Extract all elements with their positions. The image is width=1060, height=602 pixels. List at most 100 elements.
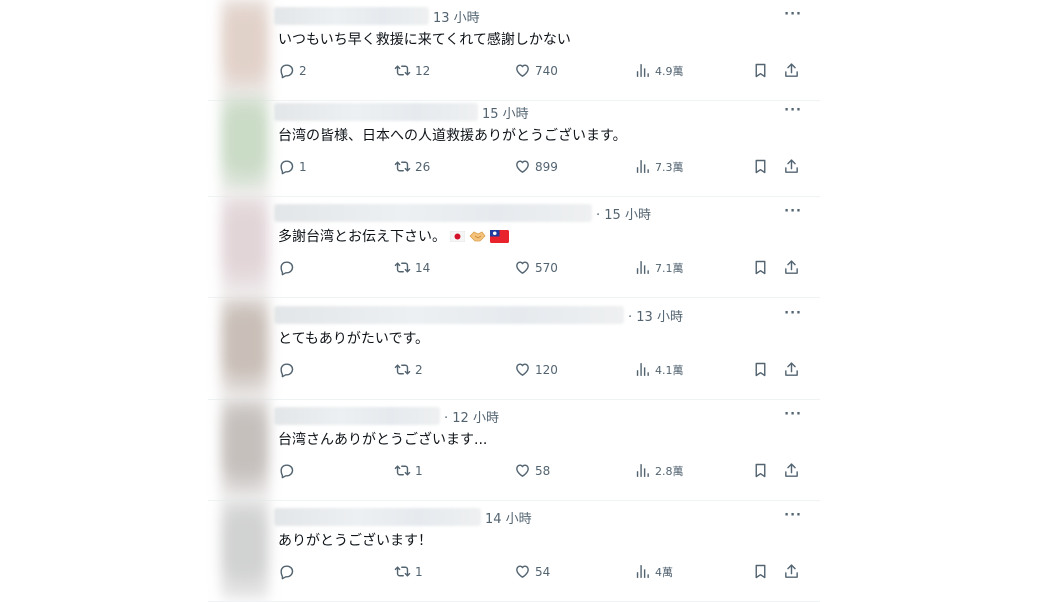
avatar[interactable] [221,499,269,600]
more-icon[interactable]: ··· [784,407,802,422]
tweet-header: · 12 小時 [274,405,814,427]
views-icon [634,158,651,175]
retweet-button[interactable]: 14 [394,259,430,276]
retweet-count: 26 [415,159,431,174]
tweet-header: · 13 小時 [274,304,814,326]
retweet-icon [394,462,411,479]
tweet-actions: 1 58 2.8萬 [278,462,808,482]
tweet-item[interactable]: 13 小時 ··· いつもいち早く救援に来てくれて感謝しかない 2 12 740… [208,0,820,101]
reply-button[interactable] [278,361,299,378]
bookmark-button[interactable] [752,62,769,79]
tweet-item[interactable]: · 12 小時 ··· 台湾さんありがとうございます... 1 58 2.8萬 [208,398,820,501]
reply-count: 1 [299,159,307,174]
heart-icon [514,62,531,79]
blurred-username[interactable] [274,103,478,121]
bookmark-button[interactable] [752,462,769,479]
like-button[interactable]: 54 [514,563,550,580]
like-button[interactable]: 899 [514,158,558,175]
share-button[interactable] [783,259,800,276]
views-button[interactable]: 4.1萬 [634,361,684,378]
share-icon [783,259,800,276]
tweet-text: 多謝台湾とお伝え下さい。 [278,226,509,246]
more-icon[interactable]: ··· [784,306,802,321]
tweet-item[interactable]: · 13 小時 ··· とてもありがたいです。 2 120 4.1萬 [208,297,820,400]
like-button[interactable]: 740 [514,62,558,79]
timestamp[interactable]: 14 小時 [485,508,532,527]
views-button[interactable]: 2.8萬 [634,462,684,479]
heart-icon [514,361,531,378]
retweet-icon [394,62,411,79]
divider [208,297,820,298]
tweet-header: 14 小時 [274,506,814,528]
share-icon [783,563,800,580]
retweet-button[interactable]: 1 [394,462,423,479]
views-button[interactable]: 4萬 [634,563,673,580]
like-count: 740 [535,63,558,78]
tweet-item[interactable]: · 15 小時 ··· 多謝台湾とお伝え下さい。 14 570 7.1萬 [208,195,820,298]
blurred-username[interactable] [274,407,440,425]
more-icon[interactable]: ··· [784,103,802,118]
tweet-text-content: いつもいち早く救援に来てくれて感謝しかない [278,32,571,48]
views-button[interactable]: 7.1萬 [634,259,684,276]
reply-icon [278,462,295,479]
views-count: 4萬 [655,565,673,579]
retweet-button[interactable]: 26 [394,158,430,175]
more-icon[interactable]: ··· [784,7,802,22]
views-icon [634,462,651,479]
bookmark-button[interactable] [752,259,769,276]
avatar[interactable] [221,94,269,195]
retweet-count: 12 [415,63,431,78]
timestamp[interactable]: · 12 小時 [444,407,499,426]
avatar[interactable] [221,398,269,499]
reply-icon [278,259,295,276]
avatar[interactable] [221,297,269,398]
retweet-count: 1 [415,463,423,478]
blurred-username[interactable] [274,204,592,222]
reply-button[interactable] [278,563,299,580]
like-button[interactable]: 120 [514,361,558,378]
heart-icon [514,158,531,175]
timestamp[interactable]: · 15 小時 [596,204,651,223]
reply-button[interactable]: 1 [278,158,307,175]
timestamp[interactable]: · 13 小時 [628,306,683,325]
tweet-text-content: 多謝台湾とお伝え下さい。 [278,229,446,245]
reply-button[interactable] [278,259,299,276]
reply-feed: 13 小時 ··· いつもいち早く救援に来てくれて感謝しかない 2 12 740… [208,0,820,602]
bookmark-button[interactable] [752,158,769,175]
reply-button[interactable] [278,462,299,479]
timestamp[interactable]: 15 小時 [482,103,529,122]
retweet-button[interactable]: 12 [394,62,430,79]
retweet-button[interactable]: 1 [394,563,423,580]
more-icon[interactable]: ··· [784,204,802,219]
tweet-actions: 1 26 899 7.3萬 [278,158,808,178]
share-icon [783,361,800,378]
retweet-button[interactable]: 2 [394,361,423,378]
like-button[interactable]: 58 [514,462,550,479]
tweet-actions: 2 120 4.1萬 [278,361,808,381]
tweet-actions: 14 570 7.1萬 [278,259,808,279]
tweet-item[interactable]: 14 小時 ··· ありがとうございます！ 1 54 4萬 [208,499,820,602]
blurred-username[interactable] [274,508,481,526]
views-button[interactable]: 4.9萬 [634,62,684,79]
bookmark-button[interactable] [752,563,769,580]
views-count: 4.9萬 [655,64,684,78]
bookmark-button[interactable] [752,361,769,378]
share-button[interactable] [783,62,800,79]
retweet-icon [394,158,411,175]
avatar[interactable] [221,0,269,99]
views-icon [634,259,651,276]
timestamp[interactable]: 13 小時 [433,7,480,26]
reply-button[interactable]: 2 [278,62,307,79]
blurred-username[interactable] [274,306,624,324]
more-icon[interactable]: ··· [784,508,802,523]
tweet-item[interactable]: 15 小時 ··· 台湾の皆様、日本への人道救援ありがとうございます。 1 26… [208,94,820,197]
blurred-username[interactable] [274,7,429,25]
share-button[interactable] [783,361,800,378]
bookmark-icon [752,563,769,580]
share-button[interactable] [783,462,800,479]
avatar[interactable] [221,195,269,296]
share-button[interactable] [783,563,800,580]
like-button[interactable]: 570 [514,259,558,276]
share-button[interactable] [783,158,800,175]
views-button[interactable]: 7.3萬 [634,158,684,175]
